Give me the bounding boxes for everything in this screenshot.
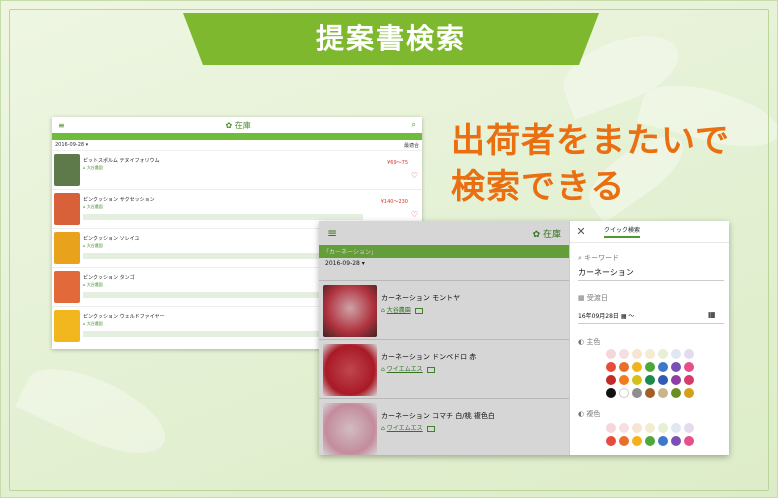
- product-thumbnail: [54, 154, 80, 186]
- menu-icon[interactable]: ≡: [58, 121, 65, 130]
- color-swatch[interactable]: [658, 375, 668, 385]
- sub-color-swatches: [606, 423, 694, 446]
- color-swatch[interactable]: [645, 349, 655, 359]
- color-swatch[interactable]: [658, 349, 668, 359]
- color-swatch[interactable]: [684, 349, 694, 359]
- info-bar: [83, 214, 363, 220]
- color-swatch[interactable]: [619, 388, 629, 398]
- color-swatch[interactable]: [684, 375, 694, 385]
- color-swatch[interactable]: [658, 423, 668, 433]
- search-icon[interactable]: ⌕: [412, 120, 416, 130]
- dim-overlay: [319, 221, 569, 455]
- main-color-label: ◐ 主色: [578, 338, 601, 346]
- color-swatch[interactable]: [606, 349, 616, 359]
- headline-line2: 検索できる: [451, 167, 626, 207]
- list-item[interactable]: ピットスポルム テヌイフォリウム ⌂ 大谷農園 ¥69～75 ♡: [52, 150, 422, 188]
- price: ¥69～75: [387, 160, 408, 166]
- grower-link[interactable]: ⌂ 大谷農園: [83, 204, 103, 210]
- heart-icon[interactable]: ♡: [411, 210, 418, 219]
- title-banner: 提案書検索: [183, 13, 599, 65]
- color-swatch[interactable]: [671, 388, 681, 398]
- color-swatch[interactable]: [658, 436, 668, 446]
- color-swatch[interactable]: [684, 388, 694, 398]
- date-to-calendar-icon[interactable]: ▦: [708, 310, 716, 319]
- product-name: ピンクッション サクセッション: [83, 197, 155, 203]
- app-title: ✿ 在庫: [225, 120, 251, 130]
- date-row: 2016-09-28 ▾ 最適合: [52, 140, 422, 150]
- keyword-input[interactable]: カーネーション: [578, 267, 634, 278]
- color-swatch[interactable]: [606, 362, 616, 372]
- color-swatch[interactable]: [632, 349, 642, 359]
- color-swatch[interactable]: [645, 362, 655, 372]
- grower-link[interactable]: ⌂ 大谷農園: [83, 321, 103, 327]
- color-swatch[interactable]: [684, 423, 694, 433]
- date-selector[interactable]: 2016-09-28 ▾: [55, 142, 88, 148]
- result-list: ≡ ✿ 在庫 「カーネーション」 2016-09-28 ▾ カーネーション モン…: [319, 221, 569, 455]
- search-bar: [52, 133, 422, 140]
- quick-search-panel: ✕ クイック検索 ⌕ キーワード カーネーション ▦ 受渡日 16年09月28日…: [569, 221, 729, 455]
- promo-frame: 提案書検索 出荷者をまたいで 検索できる ≡ ✿ 在庫 ⌕ 2016-09-28…: [0, 0, 778, 498]
- color-swatch[interactable]: [684, 436, 694, 446]
- color-swatch[interactable]: [645, 375, 655, 385]
- price: ¥140～230: [380, 199, 408, 205]
- headline-line1: 出荷者をまたいで: [451, 121, 730, 161]
- color-swatch[interactable]: [606, 436, 616, 446]
- color-swatch[interactable]: [645, 423, 655, 433]
- color-swatch[interactable]: [658, 362, 668, 372]
- sort-label[interactable]: 最適合: [404, 142, 419, 149]
- color-swatch[interactable]: [658, 388, 668, 398]
- product-name: ピンクッション タンゴ: [83, 275, 135, 281]
- color-swatch[interactable]: [619, 423, 629, 433]
- app-header: ≡ ✿ 在庫 ⌕: [52, 117, 422, 133]
- panel-title: クイック検索: [604, 225, 641, 238]
- panel-header: ✕ クイック検索: [570, 221, 729, 243]
- color-swatch[interactable]: [671, 436, 681, 446]
- color-swatch[interactable]: [619, 375, 629, 385]
- color-swatch[interactable]: [645, 436, 655, 446]
- product-name: ピンクッション ソレイユ: [83, 236, 140, 242]
- color-swatch[interactable]: [671, 349, 681, 359]
- grower-link[interactable]: ⌂ 大谷農園: [83, 282, 103, 288]
- color-swatch[interactable]: [632, 388, 642, 398]
- color-swatch[interactable]: [632, 375, 642, 385]
- color-swatch[interactable]: [606, 423, 616, 433]
- date-label: ▦ 受渡日: [578, 294, 608, 302]
- color-swatch[interactable]: [671, 423, 681, 433]
- color-swatch[interactable]: [619, 362, 629, 372]
- keyword-label: ⌕ キーワード: [578, 254, 620, 262]
- color-swatch[interactable]: [632, 362, 642, 372]
- sub-color-label: ◐ 複色: [578, 410, 601, 418]
- color-swatch[interactable]: [671, 375, 681, 385]
- color-swatch[interactable]: [606, 388, 616, 398]
- close-icon[interactable]: ✕: [570, 225, 592, 238]
- heart-icon[interactable]: ♡: [411, 171, 418, 180]
- product-name: ピンクッション ウェルドファイヤー: [83, 314, 165, 320]
- product-thumbnail: [54, 232, 80, 264]
- color-swatch[interactable]: [645, 388, 655, 398]
- color-swatch[interactable]: [684, 362, 694, 372]
- calendar-icon[interactable]: ▦: [621, 313, 627, 320]
- product-thumbnail: [54, 271, 80, 303]
- product-thumbnail: [54, 193, 80, 225]
- color-swatch[interactable]: [619, 436, 629, 446]
- color-swatch[interactable]: [619, 349, 629, 359]
- color-swatch[interactable]: [632, 436, 642, 446]
- tablet-screenshot-front: ≡ ✿ 在庫 「カーネーション」 2016-09-28 ▾ カーネーション モン…: [319, 221, 729, 455]
- product-thumbnail: [54, 310, 80, 342]
- color-swatch[interactable]: [606, 375, 616, 385]
- main-color-swatches: [606, 349, 694, 398]
- color-swatch[interactable]: [671, 362, 681, 372]
- date-underline: [578, 323, 724, 324]
- color-swatch[interactable]: [632, 423, 642, 433]
- grower-link[interactable]: ⌂ 大谷農園: [83, 165, 103, 171]
- product-name: ピットスポルム テヌイフォリウム: [83, 158, 160, 164]
- date-from-field[interactable]: 16年09月28日 ▦ ～: [578, 311, 634, 320]
- banner-title: 提案書検索: [315, 22, 466, 55]
- grower-link[interactable]: ⌂ 大谷農園: [83, 243, 103, 249]
- keyword-underline: [578, 280, 724, 281]
